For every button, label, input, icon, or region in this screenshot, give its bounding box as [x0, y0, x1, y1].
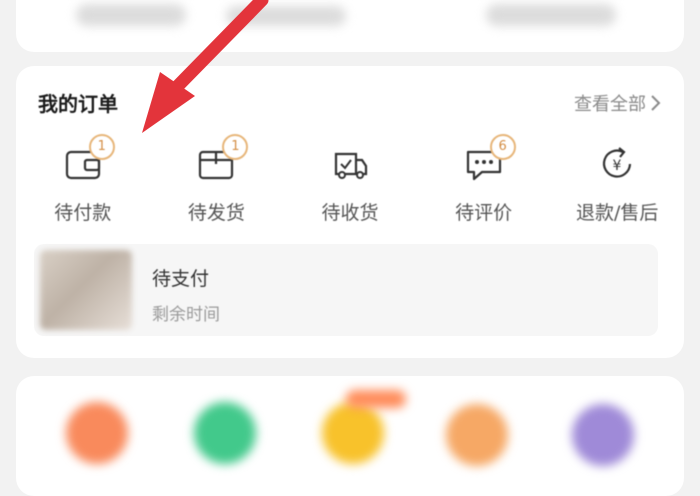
status-label: 待评价	[455, 202, 513, 224]
status-badge: 1	[88, 134, 115, 160]
truck-icon	[334, 152, 368, 179]
order-status-row: 1 待付款 1 待发货 待收货 6 待评价 ¥ 退款/售后	[16, 134, 684, 230]
service-badge-blur	[346, 390, 406, 408]
refund-icon: ¥	[603, 147, 632, 178]
status-label: 退款/售后	[575, 202, 659, 224]
services-card	[16, 376, 684, 496]
blurred-content-right	[486, 4, 616, 26]
chevron-right-icon	[651, 95, 661, 111]
status-label: 待付款	[54, 202, 112, 224]
pending-payment-title: 待支付	[152, 268, 210, 290]
orders-title: 我的订单	[38, 92, 118, 116]
product-thumbnail	[40, 250, 132, 330]
status-badge: 6	[489, 134, 516, 160]
view-all-link[interactable]: 查看全部	[574, 90, 662, 116]
pending-order-item[interactable]: 待支付 剩余时间	[34, 244, 658, 336]
view-all-label: 查看全部	[574, 94, 646, 115]
status-pending-shipment[interactable]: 1 待发货	[150, 134, 284, 230]
status-badge: 1	[222, 134, 249, 160]
status-label: 待收货	[321, 202, 379, 224]
status-pending-receipt[interactable]: 待收货	[283, 134, 417, 230]
service-icon-orange[interactable]	[66, 402, 128, 464]
blurred-content-left	[76, 4, 186, 26]
status-label: 待发货	[187, 202, 245, 224]
status-pending-review[interactable]: 6 待评价	[417, 134, 551, 230]
svg-text:¥: ¥	[613, 158, 622, 174]
service-icon-light-orange[interactable]	[446, 404, 508, 466]
top-card	[16, 0, 684, 52]
status-refund-aftersales[interactable]: ¥ 退款/售后	[550, 134, 684, 230]
status-pending-payment[interactable]: 1 待付款	[16, 134, 150, 230]
service-icon-green[interactable]	[194, 402, 256, 464]
orders-card: 我的订单 查看全部 1 待付款 1 待发货 待收货 6 待评价 ¥ 退款/售后 …	[16, 66, 684, 358]
service-icon-purple[interactable]	[572, 404, 634, 466]
blurred-content-mid	[226, 6, 346, 26]
service-icon-yellow[interactable]	[322, 402, 384, 464]
remaining-time-label: 剩余时间	[152, 305, 220, 325]
